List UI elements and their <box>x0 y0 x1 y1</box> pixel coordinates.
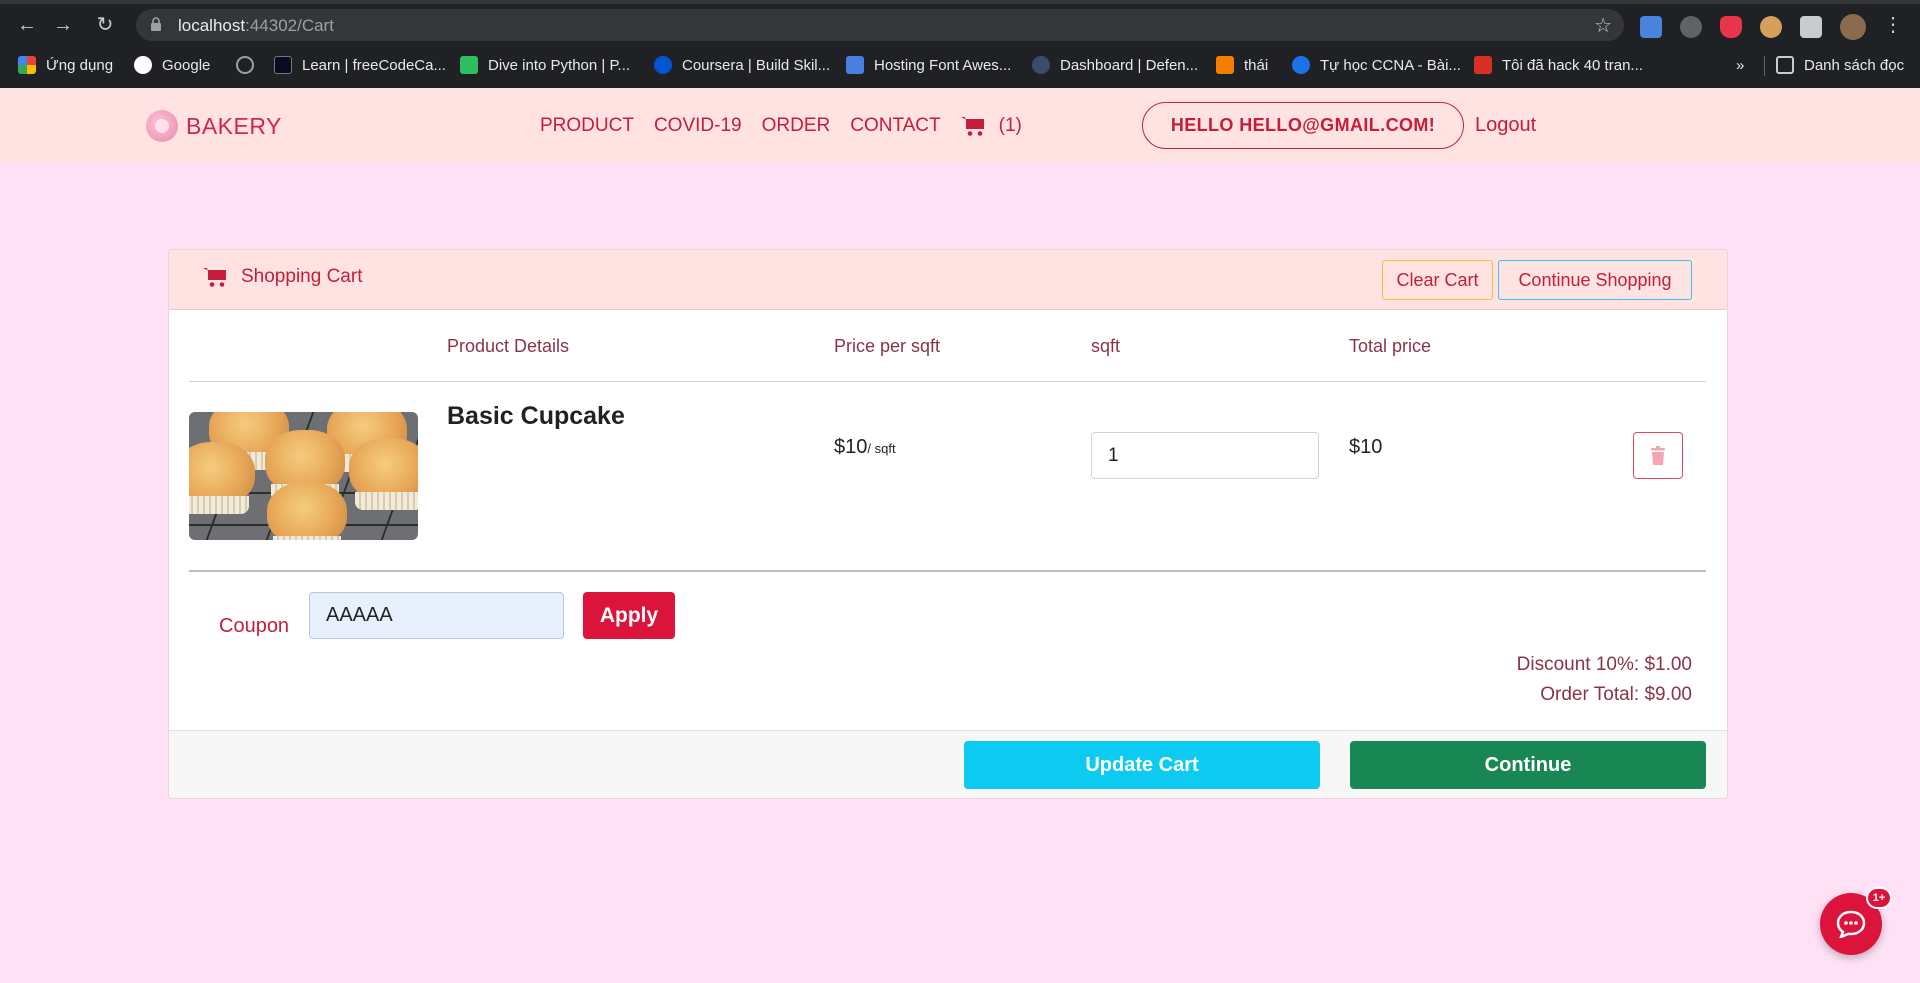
coursera-icon <box>654 56 672 74</box>
extensions-puzzle-icon[interactable] <box>1800 16 1822 38</box>
update-cart-button[interactable]: Update Cart <box>964 741 1320 789</box>
product-name: Basic Cupcake <box>447 402 625 430</box>
column-header-product: Product Details <box>447 336 570 356</box>
item-divider <box>189 570 1706 572</box>
cart-icon <box>203 268 226 287</box>
bookmark-item[interactable]: Coursera | Build Skil... <box>654 54 830 76</box>
reading-list-button[interactable]: Danh sách đọc <box>1776 54 1904 76</box>
bookmark-item[interactable]: Google <box>134 54 210 76</box>
bookmark-item[interactable]: Tự học CCNA - Bài... <box>1292 54 1461 76</box>
nav-link-order[interactable]: ORDER <box>762 115 831 137</box>
chat-notification-badge: 1+ <box>1866 887 1892 909</box>
flag-icon <box>846 56 864 74</box>
freecodecamp-icon <box>274 56 292 74</box>
history-icon <box>236 56 254 74</box>
bookmark-item[interactable]: Dashboard | Defen... <box>1032 54 1198 76</box>
product-price: $10/ sqft <box>834 436 896 458</box>
forward-arrow-icon[interactable]: → <box>50 12 76 38</box>
browser-toolbar: ← → ↻ localhost:44302/Cart ☆ ⋮ <box>0 6 1920 44</box>
coupon-input[interactable] <box>309 592 564 639</box>
shopping-cart-card: Shopping Cart Clear Cart Continue Shoppi… <box>168 249 1728 799</box>
t-icon <box>1474 56 1492 74</box>
nav-link-product[interactable]: PRODUCT <box>540 115 634 137</box>
brand-name: BAKERY <box>186 112 282 139</box>
cart-count: (1) <box>998 115 1022 136</box>
bookmark-item[interactable]: Dive into Python | P... <box>460 54 630 76</box>
ccna-icon <box>1292 56 1310 74</box>
trash-icon <box>1651 445 1665 465</box>
nav-link-covid[interactable]: COVID-19 <box>654 115 742 137</box>
site-navbar: BAKERY PRODUCT COVID-19 ORDER CONTACT (1… <box>0 88 1920 163</box>
nav-link-contact[interactable]: CONTACT <box>850 115 940 137</box>
remove-item-button[interactable] <box>1633 432 1683 479</box>
column-header-price: Price per sqft <box>834 336 941 356</box>
profile-avatar[interactable] <box>1840 14 1866 40</box>
bookmark-star-icon[interactable]: ☆ <box>1594 13 1612 38</box>
nav-cart-link[interactable]: (1) <box>960 115 1022 137</box>
continue-button[interactable]: Continue <box>1350 741 1706 789</box>
logout-link[interactable]: Logout <box>1475 114 1536 137</box>
cart-title: Shopping Cart <box>203 266 362 288</box>
translate-icon[interactable] <box>1640 16 1662 38</box>
bookmarks-divider <box>1764 56 1765 76</box>
bookmarks-bar: Ứng dụng Google Learn | freeCodeCa... Di… <box>0 46 1920 84</box>
chat-bubble-icon <box>1836 910 1866 938</box>
browser-chrome: ← → ↻ localhost:44302/Cart ☆ ⋮ Ứng dụng … <box>0 0 1920 88</box>
discount-text: Discount 10%: $1.00 <box>1516 654 1692 675</box>
shield-icon[interactable] <box>1720 16 1742 38</box>
cart-footer: Update Cart Continue <box>169 730 1727 798</box>
back-arrow-icon[interactable]: ← <box>14 12 40 38</box>
user-greeting-button[interactable]: HELLO HELLO@GMAIL.COM! <box>1142 102 1464 149</box>
bookmark-item[interactable]: Hosting Font Awes... <box>846 54 1011 76</box>
cart-header: Shopping Cart Clear Cart Continue Shoppi… <box>169 250 1727 310</box>
nav-links: PRODUCT COVID-19 ORDER CONTACT (1) <box>540 115 1022 137</box>
browser-menu-icon[interactable]: ⋮ <box>1880 12 1906 38</box>
bookmark-item[interactable]: Ứng dụng <box>18 54 113 76</box>
sqft-quantity-input[interactable] <box>1091 432 1319 479</box>
more-bookmarks-button[interactable]: » <box>1736 54 1744 76</box>
bookmark-item[interactable] <box>236 54 254 76</box>
reload-icon[interactable]: ↻ <box>92 12 118 38</box>
product-total-price: $10 <box>1349 436 1383 458</box>
continue-shopping-button[interactable]: Continue Shopping <box>1498 260 1692 300</box>
google-icon <box>134 56 152 74</box>
bookmark-item[interactable]: thái <box>1216 54 1268 76</box>
column-header-total: Total price <box>1349 336 1432 356</box>
coupon-label: Coupon <box>219 615 290 637</box>
extension-move-icon[interactable] <box>1680 16 1702 38</box>
address-bar[interactable]: localhost:44302/Cart ☆ <box>136 9 1624 41</box>
diveintopython-icon <box>460 56 478 74</box>
tab-strip <box>0 0 1920 4</box>
globe-icon <box>1032 56 1050 74</box>
reading-list-icon <box>1776 56 1794 74</box>
header-divider <box>189 381 1706 382</box>
blogger-icon <box>1216 56 1234 74</box>
clear-cart-button[interactable]: Clear Cart <box>1382 260 1493 300</box>
product-image <box>189 412 418 540</box>
bookmark-item[interactable]: Tôi đã hack 40 tran... <box>1474 54 1643 76</box>
apply-coupon-button[interactable]: Apply <box>583 592 675 639</box>
cart-title-text: Shopping Cart <box>241 266 363 287</box>
bakery-logo-icon <box>146 110 178 142</box>
column-header-sqft: sqft <box>1091 336 1121 356</box>
cart-icon <box>960 117 984 136</box>
lock-icon <box>151 17 161 31</box>
bookmark-item[interactable]: Learn | freeCodeCa... <box>274 54 446 76</box>
brand-link[interactable]: BAKERY <box>146 110 282 142</box>
order-total-text: Order Total: $9.00 <box>1540 684 1692 705</box>
cookie-icon[interactable] <box>1760 16 1782 38</box>
apps-grid-icon <box>18 56 36 74</box>
url-text: localhost:44302/Cart <box>178 16 334 35</box>
